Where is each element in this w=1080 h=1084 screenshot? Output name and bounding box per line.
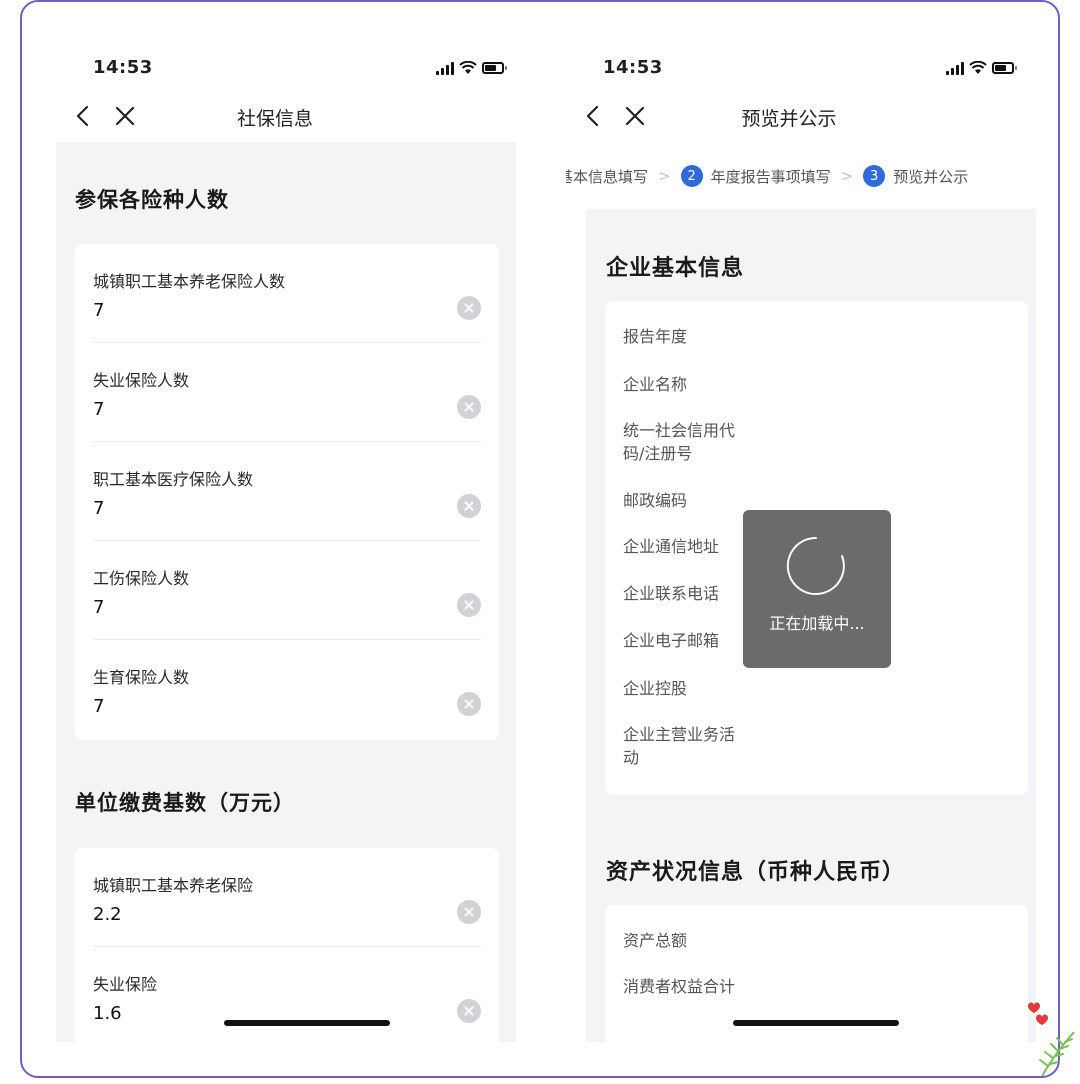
field-label: 失业保险 — [93, 975, 158, 994]
field-label: 失业保险人数 — [93, 371, 190, 390]
battery-icon — [992, 62, 1017, 74]
clear-icon[interactable] — [457, 692, 481, 716]
form-field[interactable]: 城镇职工基本养老保险 2.2 — [93, 848, 481, 947]
step-number: 2 — [680, 165, 703, 187]
loading-spinner-icon — [786, 536, 845, 595]
clear-icon[interactable] — [457, 593, 481, 617]
progress-stepper: 基本信息填写 > 2 年度报告事项填写 > 3 预览并公示 — [566, 162, 1036, 190]
insured-count-card: 城镇职工基本养老保险人数 7 失业保险人数 7 职工基本医疗保险人数 7 工伤保… — [75, 244, 499, 740]
signal-icon — [946, 61, 964, 75]
section-title-basic-info: 企业基本信息 — [606, 256, 745, 281]
clear-icon[interactable] — [457, 494, 481, 518]
chevron-right-icon: > — [658, 167, 671, 185]
section-title-contribution-base: 单位缴费基数（万元） — [75, 791, 295, 815]
field-label: 职工基本医疗保险人数 — [93, 470, 254, 489]
home-indicator — [733, 1020, 899, 1026]
status-bar: 14:53 — [566, 57, 1036, 83]
loading-text: 正在加载中... — [769, 614, 865, 633]
info-label: 企业主营业务活动 — [623, 725, 736, 767]
form-field[interactable]: 生育保险人数 7 — [93, 640, 481, 739]
field-label: 城镇职工基本养老保险 — [93, 876, 254, 895]
info-label: 企业联系电话 — [623, 584, 720, 603]
heart-leaf-decoration-icon — [1028, 1002, 1075, 1077]
clear-icon[interactable] — [457, 296, 481, 320]
step-annual-report[interactable]: 2 年度报告事项填写 — [680, 165, 831, 187]
status-icons — [946, 61, 1017, 75]
info-label: 企业名称 — [623, 375, 688, 394]
clear-icon[interactable] — [457, 999, 481, 1023]
field-label: 城镇职工基本养老保险人数 — [93, 272, 286, 291]
page-title: 预览并公示 — [741, 108, 837, 130]
step-basic-info[interactable]: 基本信息填写 — [566, 166, 648, 187]
info-label: 企业控股 — [623, 679, 688, 698]
form-field[interactable]: 失业保险 1.6 — [93, 947, 481, 1042]
step-number: 3 — [863, 165, 886, 187]
info-label: 消费者权益合计 — [623, 977, 736, 996]
info-label: 资产总额 — [623, 931, 688, 950]
info-label: 企业电子邮箱 — [623, 631, 720, 650]
field-value[interactable]: 1.6 — [93, 1003, 122, 1024]
home-indicator — [224, 1020, 390, 1026]
nav-bar: 社保信息 — [56, 99, 526, 139]
battery-icon — [482, 62, 507, 74]
form-field[interactable]: 职工基本医疗保险人数 7 — [93, 442, 481, 541]
info-label: 企业通信地址 — [623, 537, 720, 556]
form-content: 参保各险种人数 城镇职工基本养老保险人数 7 失业保险人数 7 职工基本医疗保险… — [56, 142, 516, 1042]
step-preview[interactable]: 3 预览并公示 — [863, 165, 968, 187]
loading-toast: 正在加载中... — [743, 510, 891, 668]
page-title: 社保信息 — [236, 108, 313, 130]
clear-icon[interactable] — [457, 900, 481, 924]
step-label: 预览并公示 — [893, 167, 969, 186]
field-value[interactable]: 2.2 — [93, 904, 122, 925]
form-field[interactable]: 城镇职工基本养老保险人数 7 — [93, 244, 481, 343]
chevron-right-icon: > — [840, 167, 854, 185]
field-value[interactable]: 7 — [93, 696, 104, 717]
field-value[interactable]: 7 — [93, 597, 104, 618]
info-label: 邮政编码 — [623, 491, 688, 510]
section-title-insured-count: 参保各险种人数 — [75, 188, 229, 212]
nav-bar: 预览并公示 — [566, 99, 1036, 139]
wifi-icon — [459, 61, 477, 74]
clear-icon[interactable] — [457, 395, 481, 419]
step-label: 基本信息填写 — [566, 167, 649, 186]
step-label: 年度报告事项填写 — [710, 167, 831, 186]
screenshot-frame: 14:53 社保信息 参保各险种人数 城镇职工基本养老保险人数 7 失业保险人数… — [20, 0, 1060, 1078]
info-label: 统一社会信用代码/注册号 — [623, 421, 736, 463]
form-field[interactable]: 失业保险人数 7 — [93, 343, 481, 442]
form-field[interactable]: 工伤保险人数 7 — [93, 541, 481, 640]
signal-icon — [436, 61, 454, 75]
status-icons — [436, 61, 507, 75]
status-time: 14:53 — [603, 57, 663, 78]
field-value[interactable]: 7 — [93, 399, 104, 420]
right-phone-screen: 14:53 预览并公示 基本信息填写 > 2 年度报告事项填写 > 3 预览并公… — [566, 2, 1036, 1042]
field-value[interactable]: 7 — [93, 300, 104, 321]
wifi-icon — [969, 61, 987, 74]
left-phone-screen: 14:53 社保信息 参保各险种人数 城镇职工基本养老保险人数 7 失业保险人数… — [56, 2, 526, 1042]
field-value[interactable]: 7 — [93, 498, 104, 519]
status-bar: 14:53 — [56, 57, 526, 83]
section-title-asset-info: 资产状况信息（币种人民币） — [606, 860, 906, 885]
field-label: 工伤保险人数 — [93, 569, 190, 588]
contribution-base-card: 城镇职工基本养老保险 2.2 失业保险 1.6 — [75, 848, 499, 1042]
info-label: 报告年度 — [623, 327, 688, 346]
status-time: 14:53 — [93, 57, 153, 78]
field-label: 生育保险人数 — [93, 668, 190, 687]
